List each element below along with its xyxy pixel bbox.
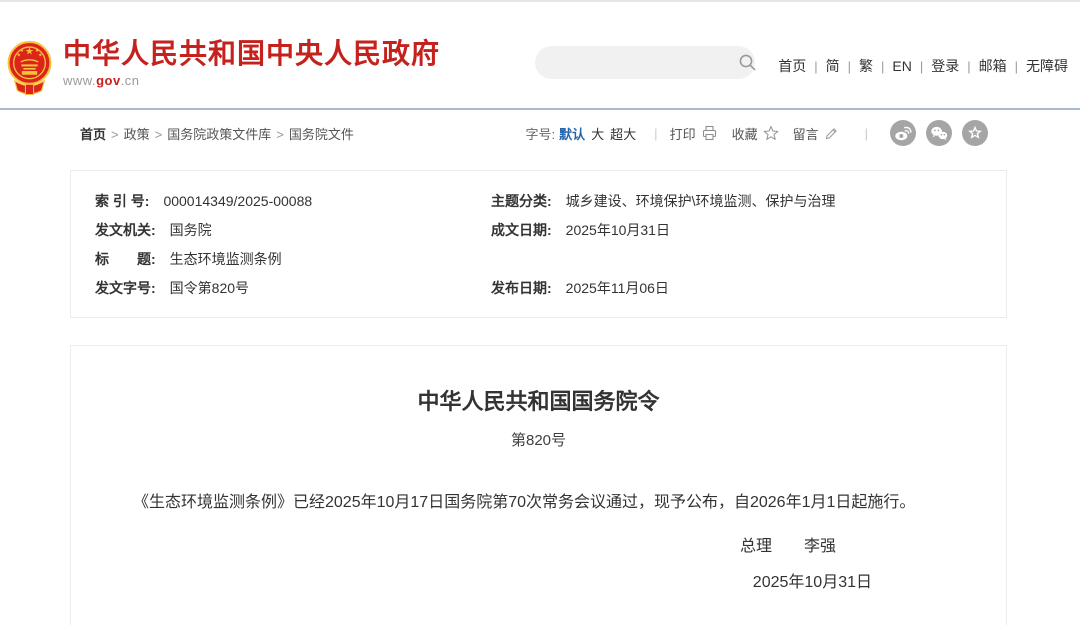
pencil-icon <box>824 126 839 141</box>
meta-label: 索 引 号: <box>95 187 149 216</box>
font-size-default-button[interactable]: 默认 <box>559 124 585 143</box>
toolbar-divider: | <box>654 126 657 141</box>
svg-text:★: ★ <box>38 53 43 59</box>
nav-english[interactable]: EN <box>892 58 911 74</box>
url-prefix: www. <box>63 73 96 88</box>
nav-separator: | <box>881 59 884 74</box>
meta-value: 国务院 <box>170 216 212 245</box>
document-meta-box: 索 引 号: 000014349/2025-00088 发文机关: 国务院 标 … <box>70 170 1007 318</box>
weibo-share-icon[interactable] <box>890 120 916 146</box>
page: ★ ★ ★ ★ ★ 中华人民共和国中央人民政府 www.gov.cn <box>0 0 1080 625</box>
decree-number: 第820号 <box>71 429 1006 450</box>
search-button[interactable] <box>738 46 757 79</box>
nav-separator: | <box>1015 59 1018 74</box>
meta-label: 发文机关: <box>95 216 156 245</box>
nav-traditional[interactable]: 繁 <box>859 58 873 74</box>
meta-column-right: 主题分类: 城乡建设、环境保护\环境监测、保护与治理 成文日期: 2025年10… <box>491 187 1006 303</box>
meta-row-written-date: 成文日期: 2025年10月31日 <box>491 216 1006 245</box>
decree-paragraph: 《生态环境监测条例》已经2025年10月17日国务院第70次常务会议通过，现予公… <box>71 490 1006 516</box>
toolbar-divider: | <box>865 126 868 141</box>
meta-row-doc-number: 发文字号: 国令第820号 <box>95 274 491 303</box>
site-title: 中华人民共和国中央人民政府 <box>63 38 440 70</box>
search-icon <box>738 53 757 72</box>
meta-row-empty <box>491 245 1006 274</box>
font-size-large-button[interactable]: 大 <box>591 124 604 143</box>
meta-value: 000014349/2025-00088 <box>163 187 312 216</box>
site-header: ★ ★ ★ ★ ★ 中华人民共和国中央人民政府 www.gov.cn <box>0 2 1080 110</box>
meta-value: 2025年10月31日 <box>566 216 670 245</box>
breadcrumb-separator: > <box>276 127 284 142</box>
meta-value: 城乡建设、环境保护\环境监测、保护与治理 <box>566 187 836 216</box>
nav-separator: | <box>967 59 970 74</box>
meta-column-left: 索 引 号: 000014349/2025-00088 发文机关: 国务院 标 … <box>95 187 491 303</box>
breadcrumb-toolbar-row: 首页 > 政策 > 国务院政策文件库 > 国务院文件 字号: 默认 大 超大 | 打印 收藏 <box>0 110 1080 156</box>
printer-icon <box>701 125 718 141</box>
nav-mail[interactable]: 邮箱 <box>979 58 1007 74</box>
favorite-label: 收藏 <box>732 124 758 143</box>
document-content-box: 中华人民共和国国务院令 第820号 《生态环境监测条例》已经2025年10月17… <box>70 345 1007 625</box>
favorite-button[interactable]: 收藏 <box>732 124 779 143</box>
svg-text:★: ★ <box>16 53 21 59</box>
breadcrumb: 首页 > 政策 > 国务院政策文件库 > 国务院文件 <box>80 124 354 143</box>
nav-separator: | <box>848 59 851 74</box>
logo-text: 中华人民共和国中央人民政府 www.gov.cn <box>63 38 440 88</box>
comment-button[interactable]: 留言 <box>793 124 839 143</box>
top-nav: 首页 | 简 | 繁 | EN | 登录 | 邮箱 | 无障碍 <box>778 56 1068 76</box>
site-url: www.gov.cn <box>63 73 440 88</box>
national-emblem-icon: ★ ★ ★ ★ ★ <box>6 38 53 100</box>
nav-accessibility[interactable]: 无障碍 <box>1026 58 1068 74</box>
meta-row-publish-date: 发布日期: 2025年11月06日 <box>491 274 1006 303</box>
url-highlight: gov <box>96 73 121 88</box>
nav-simplified[interactable]: 简 <box>826 58 840 74</box>
decree-title: 中华人民共和国国务院令 <box>71 384 1006 416</box>
nav-home[interactable]: 首页 <box>778 58 806 74</box>
star-icon <box>763 125 779 141</box>
meta-value: 生态环境监测条例 <box>170 245 282 274</box>
nav-separator: | <box>814 59 817 74</box>
meta-row-category: 主题分类: 城乡建设、环境保护\环境监测、保护与治理 <box>491 187 1006 216</box>
url-suffix: .cn <box>121 73 140 88</box>
share-icons <box>880 120 988 146</box>
site-logo[interactable]: ★ ★ ★ ★ ★ 中华人民共和国中央人民政府 www.gov.cn <box>6 38 440 100</box>
font-size-xlarge-button[interactable]: 超大 <box>610 124 636 143</box>
nav-separator: | <box>920 59 923 74</box>
meta-value: 国令第820号 <box>170 274 249 303</box>
print-button[interactable]: 打印 <box>670 124 718 143</box>
font-size-label: 字号: <box>526 124 556 143</box>
breadcrumb-home[interactable]: 首页 <box>80 127 106 142</box>
page-toolbar: 字号: 默认 大 超大 | 打印 收藏 留言 <box>526 120 989 146</box>
signature-date: 2025年10月31日 <box>71 568 1006 592</box>
comment-label: 留言 <box>793 124 819 143</box>
meta-label: 发文字号: <box>95 274 156 303</box>
meta-label: 成文日期: <box>491 216 552 245</box>
meta-label: 主题分类: <box>491 187 552 216</box>
search-box[interactable] <box>535 46 755 79</box>
signature-line: 总理 李强 <box>71 532 1006 556</box>
breadcrumb-policy-library[interactable]: 国务院政策文件库 <box>167 127 271 142</box>
meta-row-index: 索 引 号: 000014349/2025-00088 <box>95 187 491 216</box>
breadcrumb-policy[interactable]: 政策 <box>124 127 150 142</box>
print-label: 打印 <box>670 124 696 143</box>
breadcrumb-separator: > <box>155 127 163 142</box>
breadcrumb-state-council-docs[interactable]: 国务院文件 <box>289 127 354 142</box>
nav-login[interactable]: 登录 <box>931 58 959 74</box>
meta-label: 发布日期: <box>491 274 552 303</box>
meta-label: 标 题: <box>95 245 156 274</box>
search-input[interactable] <box>535 46 738 79</box>
favorite-share-icon[interactable] <box>962 120 988 146</box>
meta-row-issuer: 发文机关: 国务院 <box>95 216 491 245</box>
wechat-share-icon[interactable] <box>926 120 952 146</box>
meta-value: 2025年11月06日 <box>566 274 669 303</box>
svg-text:★: ★ <box>25 47 34 58</box>
meta-row-title: 标 题: 生态环境监测条例 <box>95 245 491 274</box>
breadcrumb-separator: > <box>111 127 119 142</box>
